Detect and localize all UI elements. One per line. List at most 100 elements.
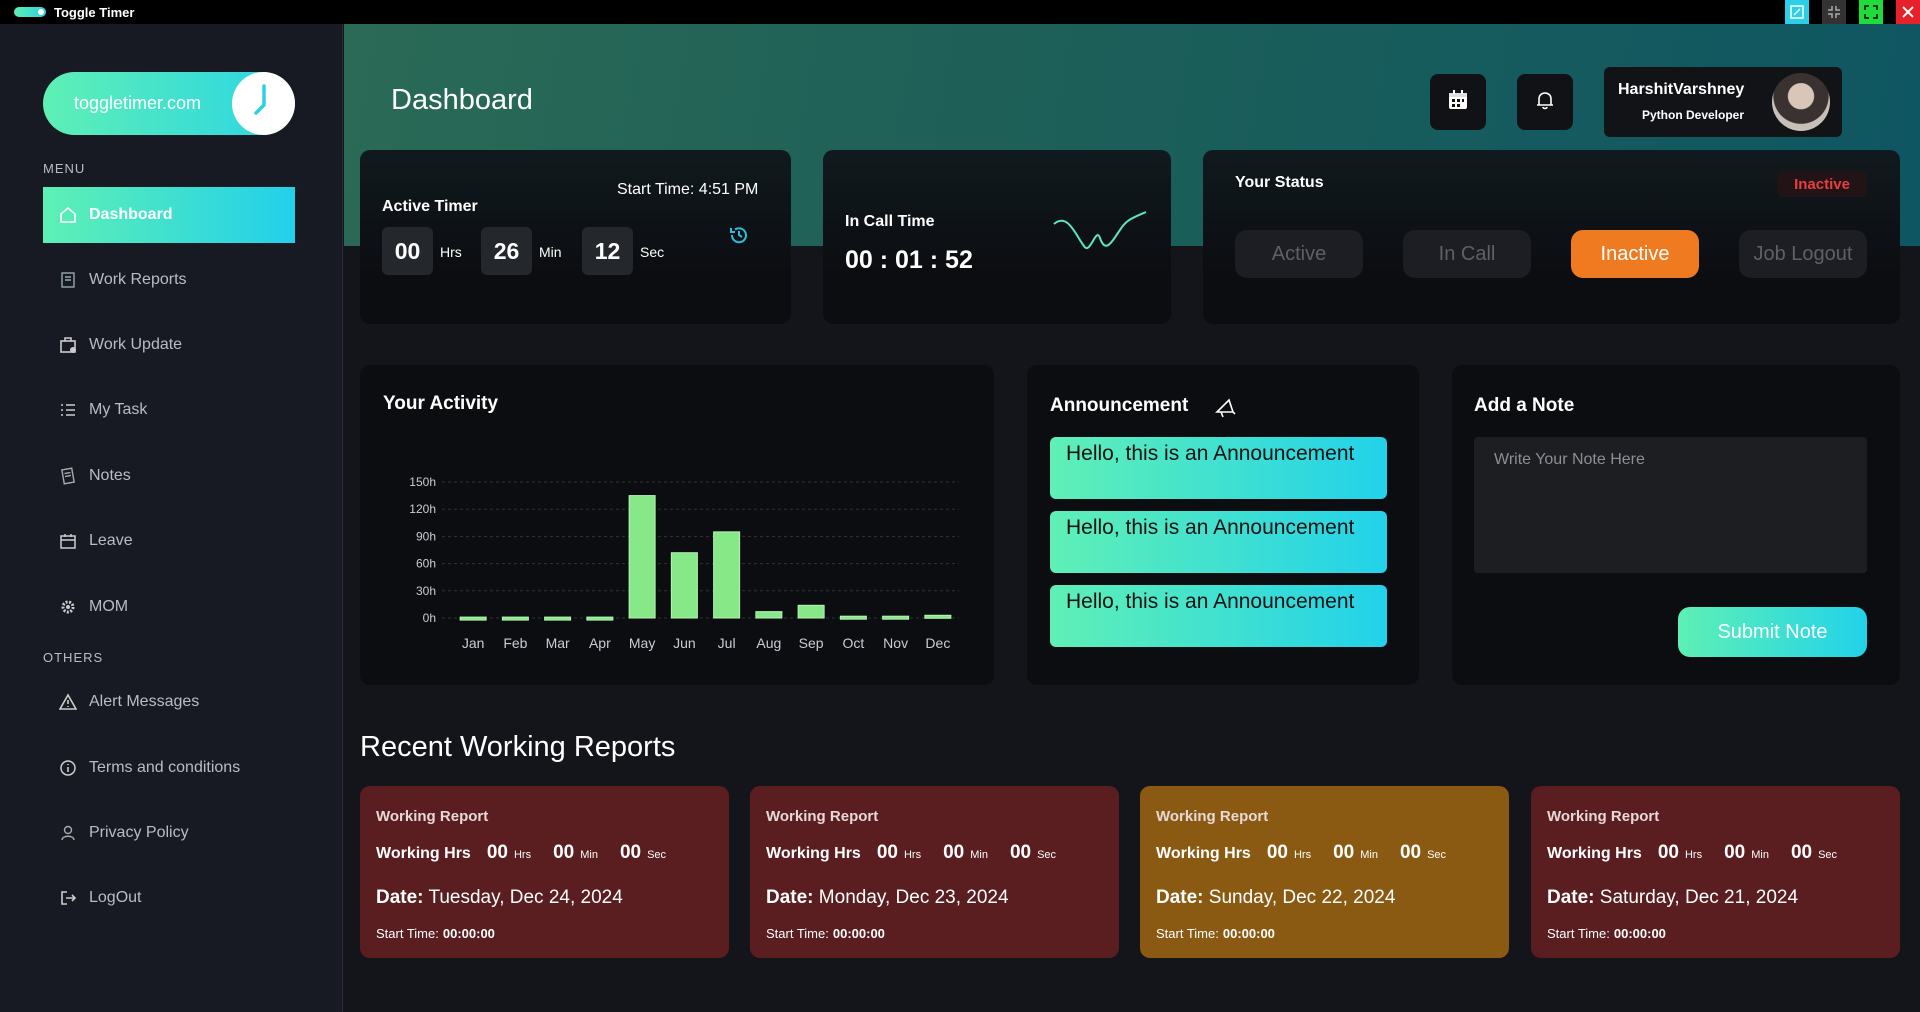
x-tick-label: Sep — [799, 635, 824, 651]
report-card[interactable]: Working Report Working Hrs 00 Hrs 00 Min 0… — [360, 786, 729, 958]
minutes-value: 00 — [943, 842, 965, 863]
report-hours: Working Hrs 00 Hrs 00 Min 00 Sec — [376, 842, 688, 864]
minutes-value: 00 — [553, 842, 575, 863]
user-role: Python Developer — [1642, 108, 1745, 122]
status-active-button[interactable]: Active — [1235, 230, 1363, 278]
sidebar-item-alert-messages[interactable]: Alert Messages — [43, 674, 295, 730]
status-title: Your Status — [1235, 174, 1324, 191]
window-title: Toggle Timer — [54, 4, 135, 20]
report-start-time: Start Time: 00:00:00 — [1547, 926, 1666, 941]
submit-note-button[interactable]: Submit Note — [1678, 607, 1867, 657]
date-label: Date: — [1547, 887, 1595, 908]
y-tick-label: 120h — [409, 502, 436, 516]
hours-value: 00 — [876, 842, 898, 863]
minutes-unit: Min — [1751, 849, 1769, 861]
timer-seconds-unit: Sec — [640, 244, 665, 260]
activity-bar-dec — [924, 614, 952, 619]
timer-minutes-unit: Min — [539, 244, 562, 260]
report-title: Working Report — [1547, 808, 1660, 825]
report-card[interactable]: Working Report Working Hrs 00 Hrs 00 Min 0… — [750, 786, 1119, 958]
gear-icon — [59, 598, 77, 616]
calendar-button[interactable] — [1430, 74, 1486, 130]
sidebar-item-privacy-policy[interactable]: Privacy Policy — [43, 805, 295, 861]
activity-bar-nov — [882, 615, 910, 620]
status-in-call-button[interactable]: In Call — [1403, 230, 1531, 278]
report-title: Working Report — [376, 808, 489, 825]
announcement-title: Announcement — [1050, 395, 1189, 416]
note-textarea[interactable]: Write Your Note Here — [1474, 437, 1867, 573]
hours-value: 00 — [486, 842, 508, 863]
announcement-item[interactable]: Hello, this is an Announcement — [1050, 437, 1387, 499]
announcement-item[interactable]: Hello, this is an Announcement — [1050, 585, 1387, 647]
bell-icon — [1534, 89, 1556, 116]
report-hours: Working Hrs 00 Hrs 00 Min 00 Sec — [1156, 842, 1468, 864]
date-value: Tuesday, Dec 24, 2024 — [428, 887, 623, 908]
sidebar-item-my-task[interactable]: My Task — [43, 382, 295, 438]
report-title: Working Report — [766, 808, 879, 825]
seconds-unit: Sec — [1427, 849, 1447, 861]
minutes-unit: Min — [970, 849, 988, 861]
logout-icon — [59, 889, 77, 907]
sidebar-item-label: LogOut — [89, 889, 142, 906]
report-icon — [59, 271, 77, 289]
sidebar-item-leave[interactable]: Leave — [43, 513, 295, 569]
notifications-button[interactable] — [1517, 74, 1573, 130]
status-job-logout-button[interactable]: Job Logout — [1739, 230, 1867, 278]
activity-bar-jan — [459, 616, 487, 621]
announcement-item[interactable]: Hello, this is an Announcement — [1050, 511, 1387, 573]
maximize-icon[interactable] — [1859, 0, 1883, 24]
sidebar-item-terms[interactable]: Terms and conditions — [43, 740, 295, 796]
x-tick-label: Aug — [756, 635, 781, 651]
hours-value: 00 — [1657, 842, 1679, 863]
start-label: Start Time: — [1547, 926, 1610, 941]
menu-section-label: MENU — [43, 161, 86, 176]
x-tick-label: Jun — [673, 635, 696, 651]
seconds-unit: Sec — [1818, 849, 1838, 861]
in-call-title: In Call Time — [845, 213, 935, 230]
sidebar-item-work-update[interactable]: Work Update — [43, 317, 295, 373]
sidebar-item-mom[interactable]: MOM — [43, 579, 295, 635]
x-tick-label: Apr — [589, 635, 611, 651]
status-inactive-button[interactable]: Inactive — [1571, 230, 1699, 278]
user-icon — [59, 824, 77, 842]
timer-hours-unit: Hrs — [440, 244, 462, 260]
timer-hours: 00 — [382, 227, 433, 275]
start-time-label: Start Time: 4:51 PM — [617, 181, 759, 198]
hours-value: 00 — [1266, 842, 1288, 863]
seconds-value: 00 — [1790, 842, 1813, 863]
warning-icon — [59, 693, 77, 711]
x-tick-label: May — [629, 635, 655, 651]
in-call-time: 00 : 01 : 52 — [845, 246, 973, 274]
sidebar-item-work-reports[interactable]: Work Reports — [43, 252, 295, 308]
sidebar-item-logout[interactable]: LogOut — [43, 870, 295, 926]
edit-window-icon[interactable] — [1785, 0, 1809, 24]
sidebar-item-dashboard[interactable]: Dashboard — [43, 187, 295, 243]
toggle-app-icon — [14, 7, 46, 17]
user-profile[interactable]: HarshitVarshney Python Developer — [1604, 67, 1842, 137]
report-hours: Working Hrs 00 Hrs 00 Min 00 Sec — [766, 842, 1078, 864]
report-title: Working Report — [1156, 808, 1269, 825]
minutes-unit: Min — [1360, 849, 1378, 861]
activity-bar-sep — [797, 604, 825, 619]
brand-name: toggletimer.com — [74, 93, 202, 113]
activity-chart: 0h 30h 60h 90h 120h 150h Jan Feb Mar Apr May Jun Jul… — [409, 475, 959, 651]
avatar — [1772, 73, 1830, 131]
tasklist-icon — [59, 401, 77, 419]
brand-pill[interactable]: toggletimer.com — [43, 72, 295, 135]
report-card[interactable]: Working Report Working Hrs 00 Hrs 00 Min 0… — [1531, 786, 1900, 958]
sidebar-item-label: Dashboard — [89, 206, 173, 223]
sidebar-item-label: Work Update — [89, 336, 183, 353]
minimize-icon[interactable] — [1822, 0, 1846, 24]
sidebar-item-notes[interactable]: Notes — [43, 448, 295, 504]
date-value: Saturday, Dec 21, 2024 — [1599, 887, 1799, 908]
page-title: Dashboard — [391, 84, 533, 116]
close-icon[interactable] — [1896, 0, 1920, 24]
date-label: Date: — [766, 887, 814, 908]
activity-bar-apr — [586, 616, 614, 621]
report-card[interactable]: Working Report Working Hrs 00 Hrs 00 Min 0… — [1140, 786, 1509, 958]
minutes-value: 00 — [1724, 842, 1746, 863]
start-value: 00:00:00 — [832, 926, 885, 941]
status-badge: Inactive — [1777, 171, 1867, 197]
x-tick-label: Mar — [546, 635, 570, 651]
history-icon[interactable] — [727, 223, 751, 252]
